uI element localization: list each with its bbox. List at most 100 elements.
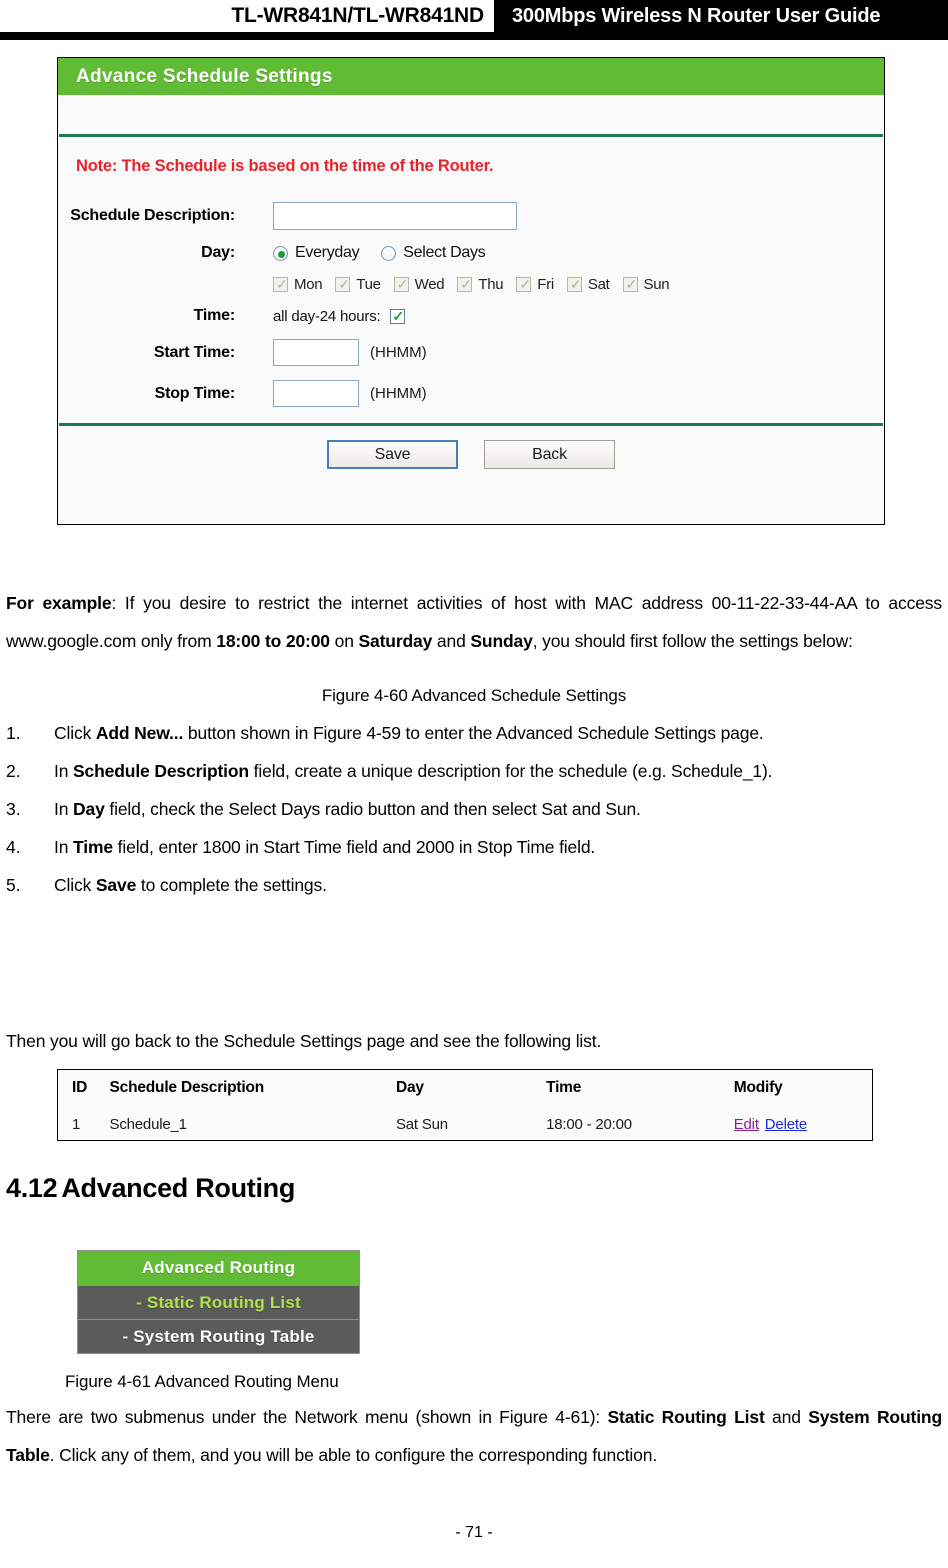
example-text-4: , you should first follow the settings b… — [532, 631, 853, 651]
step-pre: In — [54, 837, 74, 857]
figure-4-61-caption: Figure 4-61 Advanced Routing Menu — [65, 1372, 339, 1391]
label-stop-time: Stop Time: — [154, 384, 236, 402]
header-model-text: TL-WR841N/TL-WR841ND — [231, 4, 484, 27]
list-item: 1. Click Add New... button shown in Figu… — [6, 714, 942, 752]
step-number: 3. — [6, 799, 21, 819]
step-post: field, create a unique description for t… — [248, 761, 773, 781]
list-item: 5. Click Save to complete the settings. — [6, 866, 942, 904]
day-label-wed: Wed — [414, 276, 445, 293]
day-label-thu: Thu — [478, 276, 504, 293]
panel-title: Advance Schedule Settings — [76, 65, 333, 87]
list-item: 2. In Schedule Description field, create… — [6, 752, 942, 790]
panel-body: Note: The Schedule is based on the time … — [58, 137, 884, 407]
day-checkbox-thu[interactable]: ✓ Thu — [457, 276, 504, 293]
step-bold: Day — [73, 799, 105, 819]
example-bold-time: 18:00 to 20:00 — [216, 631, 330, 651]
row-start-time: Start Time: (HHMM) — [58, 339, 884, 366]
table-header-row: ID Schedule Description Day Time Modify — [58, 1070, 872, 1106]
day-checkbox-mon[interactable]: ✓ Mon — [273, 276, 323, 293]
example-bold-saturday: Saturday — [358, 631, 433, 651]
day-checkbox-tue[interactable]: ✓ Tue — [335, 276, 381, 293]
schedule-description-input[interactable] — [273, 202, 517, 230]
checkbox-tue-control[interactable]: ✓ — [335, 277, 351, 292]
stop-time-hint: (HHMM) — [370, 385, 427, 402]
step-post: field, check the Select Days radio butto… — [104, 799, 641, 819]
row-time: Time: all day-24 hours: ✓ — [58, 307, 884, 325]
delete-link[interactable]: Delete — [765, 1116, 807, 1133]
step-pre: Click — [54, 723, 96, 743]
day-checkbox-sun[interactable]: ✓ Sun — [622, 276, 670, 293]
day-label-sun: Sun — [643, 276, 670, 293]
checkbox-thu-control[interactable]: ✓ — [457, 277, 473, 292]
example-bold-lead: For example — [6, 593, 112, 613]
radio-everyday-control[interactable] — [273, 245, 288, 261]
stop-time-input[interactable] — [273, 380, 359, 407]
row-stop-time: Stop Time: (HHMM) — [58, 380, 884, 407]
sidebar-item-static-routing-list[interactable]: - Static Routing List — [78, 1285, 359, 1319]
step-bold: Schedule Description — [73, 761, 249, 781]
column-header-description: Schedule Description — [109, 1079, 265, 1096]
page-title: 4.12 Advanced Routing — [6, 1173, 295, 1204]
header-model-block: TL-WR841N/TL-WR841ND — [0, 0, 494, 32]
table-row: 1 Schedule_1 Sat Sun 18:00 - 20:00 Edit D… — [58, 1106, 872, 1142]
schedule-list-table: ID Schedule Description Day Time Modify … — [57, 1069, 873, 1141]
step-bold: Add New... — [95, 723, 184, 743]
radio-everyday[interactable]: Everyday — [273, 244, 360, 262]
back-button[interactable]: Back — [484, 440, 615, 469]
advanced-routing-menu: Advanced Routing - Static Routing List -… — [77, 1250, 360, 1354]
column-header-modify: Modify — [733, 1079, 783, 1096]
step-post: to complete the settings. — [136, 875, 327, 895]
sidebar-item-system-routing-table[interactable]: - System Routing Table — [78, 1319, 359, 1353]
label-time: Time: — [193, 307, 236, 324]
column-header-id: ID — [72, 1079, 88, 1096]
panel-divider-bottom — [59, 423, 883, 426]
step-bold: Time — [73, 837, 113, 857]
header-guide-block: 300Mbps Wireless N Router User Guide — [494, 0, 948, 32]
save-button[interactable]: Save — [327, 440, 458, 469]
menu-header-advanced-routing[interactable]: Advanced Routing — [78, 1251, 359, 1285]
day-checkbox-fri[interactable]: ✓ Fri — [516, 276, 554, 293]
step-text: In Time field, enter 1800 in Start Time … — [54, 828, 942, 866]
start-time-hint: (HHMM) — [370, 344, 427, 361]
checkbox-all-day-24-hours[interactable]: ✓ — [389, 308, 405, 324]
day-label-tue: Tue — [356, 276, 381, 293]
step-pre: In — [54, 761, 74, 781]
edit-link[interactable]: Edit — [734, 1116, 759, 1133]
radio-select-days-control[interactable] — [381, 245, 397, 261]
radio-select-days[interactable]: Select Days — [381, 244, 486, 262]
step-post: field, enter 1800 in Start Time field an… — [112, 837, 596, 857]
day-label-fri: Fri — [537, 276, 554, 293]
cell-time: 18:00 - 20:00 — [546, 1115, 632, 1133]
label-start-time: Start Time: — [153, 343, 235, 361]
step-number: 5. — [6, 875, 21, 895]
cell-day: Sat Sun — [395, 1115, 448, 1133]
checkbox-fri-control[interactable]: ✓ — [516, 277, 532, 292]
label-day: Day: — [201, 244, 235, 261]
steps-list: 1. Click Add New... button shown in Figu… — [6, 714, 942, 904]
document-header: TL-WR841N/TL-WR841ND 300Mbps Wireless N … — [0, 0, 948, 40]
submenus-mid: and — [764, 1407, 809, 1427]
step-number: 2. — [6, 761, 21, 781]
label-all-day-24-hours: all day-24 hours: — [273, 307, 381, 325]
checkbox-sat-control[interactable]: ✓ — [566, 277, 582, 292]
then-paragraph: Then you will go back to the Schedule Se… — [6, 1022, 942, 1060]
cell-modify: Edit Delete — [734, 1116, 872, 1133]
section-title: Advanced Routing — [61, 1173, 296, 1203]
checkbox-wed-control[interactable]: ✓ — [393, 277, 409, 292]
example-text-3: and — [432, 631, 471, 651]
then-text: Then you will go back to the Schedule Se… — [6, 1031, 602, 1051]
row-day: Day: Everyday Select Days — [58, 244, 884, 262]
advance-schedule-settings-panel: Advance Schedule Settings Note: The Sche… — [57, 57, 885, 525]
submenus-post: . Click any of them, and you will be abl… — [49, 1445, 658, 1465]
label-schedule-description: Schedule Description: — [70, 207, 235, 224]
checkbox-sun-control[interactable]: ✓ — [622, 277, 638, 292]
checkbox-mon-control[interactable]: ✓ — [273, 277, 288, 292]
panel-spacer — [58, 96, 884, 134]
submenus-paragraph: There are two submenus under the Network… — [6, 1398, 942, 1474]
start-time-input[interactable] — [273, 339, 359, 366]
example-text-2: on — [329, 631, 359, 651]
day-checkbox-wed[interactable]: ✓ Wed — [393, 276, 445, 293]
radio-everyday-label: Everyday — [295, 244, 360, 261]
panel-title-bar: Advance Schedule Settings — [58, 58, 884, 96]
day-checkbox-sat[interactable]: ✓ Sat — [566, 276, 610, 293]
